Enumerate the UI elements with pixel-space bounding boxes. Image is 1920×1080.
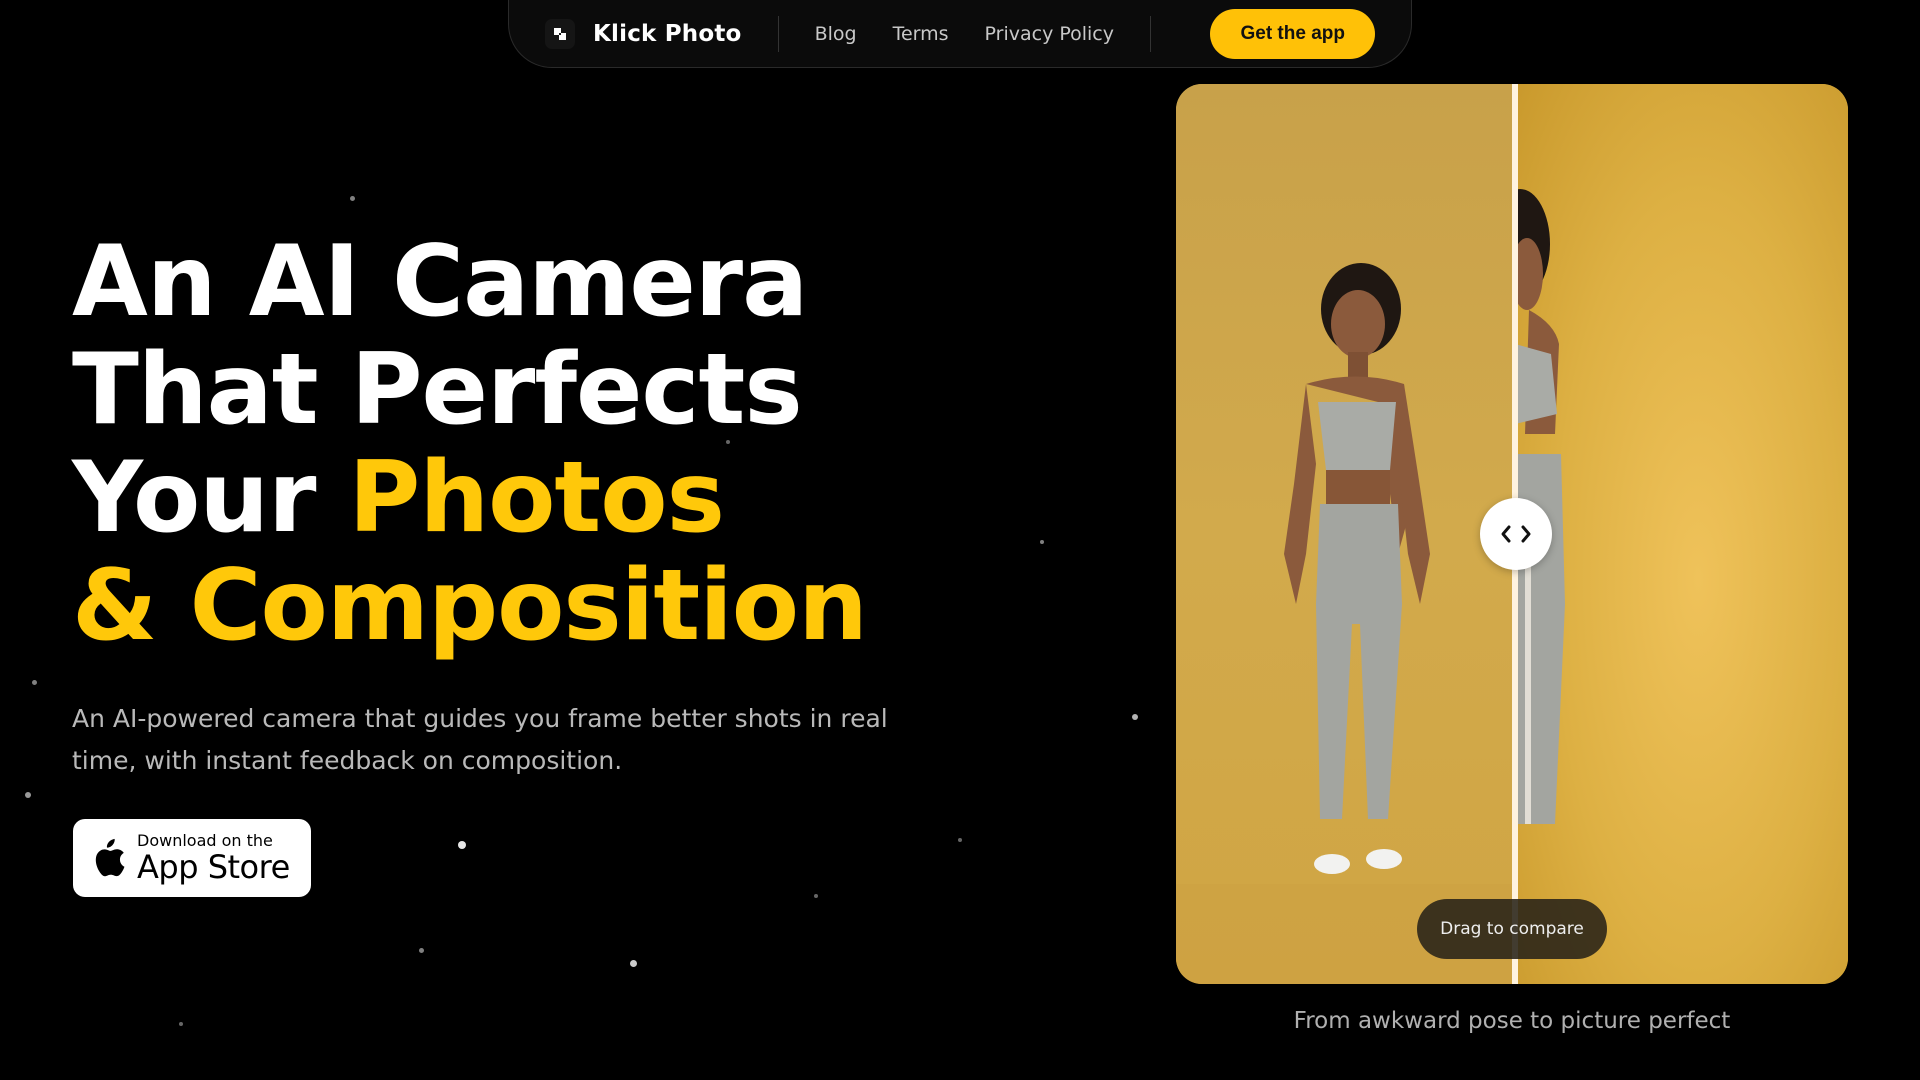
nav-divider [1150, 16, 1151, 52]
hero-headline: An AI Camera That Perfects Your Photos &… [72, 228, 932, 660]
apple-icon [95, 838, 125, 877]
headline-line-3: Your Photos [72, 444, 932, 552]
nav-divider [777, 16, 779, 52]
chevron-left-right-icon [1501, 525, 1531, 543]
get-the-app-button[interactable]: Get the app [1210, 9, 1375, 59]
headline-line-1: An AI Camera [72, 225, 808, 339]
before-after-compare[interactable]: Drag to compare [1176, 84, 1848, 984]
nav-link-privacy-policy[interactable]: Privacy Policy [985, 23, 1114, 45]
headline-line-2: That Perfects [72, 333, 803, 447]
star-decoration [630, 960, 637, 967]
app-store-big-text: App Store [137, 848, 290, 886]
headline-line-3-accent: Photos [348, 441, 725, 555]
star-decoration [179, 1022, 183, 1026]
app-store-badge[interactable]: Download on the App Store [73, 819, 311, 897]
after-photo [1490, 84, 1848, 984]
before-person-figure [1176, 263, 1515, 984]
landing-page: Klick Photo Blog Terms Privacy Policy Ge… [0, 0, 1920, 1080]
top-nav: Klick Photo Blog Terms Privacy Policy Ge… [508, 0, 1412, 68]
before-photo [1176, 84, 1515, 984]
drag-to-compare-label: Drag to compare [1417, 899, 1607, 959]
star-decoration [32, 680, 37, 685]
star-decoration [958, 838, 962, 842]
star-decoration [350, 196, 355, 201]
app-store-text: Download on the App Store [137, 832, 290, 886]
nav-link-blog[interactable]: Blog [815, 23, 857, 45]
klick-logo-icon[interactable] [545, 19, 575, 49]
star-decoration [1040, 540, 1044, 544]
star-decoration [1132, 714, 1138, 720]
star-decoration [419, 948, 424, 953]
compare-drag-handle[interactable] [1480, 498, 1552, 570]
headline-line-4: & Composition [72, 549, 868, 663]
star-decoration [814, 894, 818, 898]
headline-line-3-plain: Your [72, 441, 349, 555]
hero-subtitle: An AI-powered camera that guides you fra… [72, 704, 888, 775]
brand-name[interactable]: Klick Photo [593, 21, 742, 47]
compare-caption: From awkward pose to picture perfect [1293, 1008, 1731, 1034]
after-person-figure [1490, 189, 1565, 824]
star-decoration [25, 792, 31, 798]
star-decoration [458, 841, 466, 849]
nav-link-terms[interactable]: Terms [893, 23, 949, 45]
